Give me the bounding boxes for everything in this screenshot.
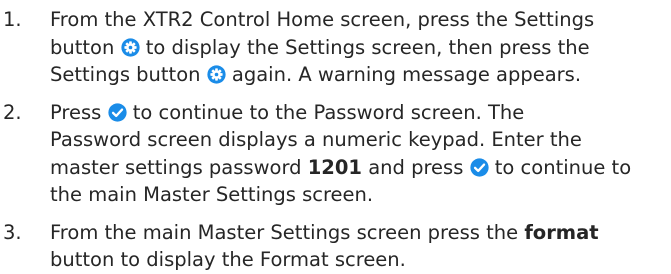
- step-line: Password screen displays a numeric keypa…: [50, 126, 671, 154]
- step-line: master settings password 1201 and press …: [50, 154, 671, 182]
- step-text: Password screen displays a numeric keypa…: [50, 128, 582, 151]
- step-line: From the XTR2 Control Home screen, press…: [50, 6, 671, 34]
- checkmark-icon: [107, 102, 127, 122]
- format-button-name: format: [524, 220, 599, 244]
- step-text: From the XTR2 Control Home screen, press…: [50, 8, 595, 31]
- gear-icon: [120, 37, 140, 57]
- step-line: the main Master Settings screen.: [50, 181, 671, 209]
- step-text: again. A warning message appears.: [231, 63, 582, 86]
- step-2: 2. Press to continue to the Password scr…: [0, 99, 671, 209]
- step-line: button to display the Settings screen, t…: [50, 34, 671, 62]
- step-text: to continue to: [494, 155, 632, 179]
- step-text: Settings button: [50, 63, 201, 86]
- step-number: 3.: [3, 220, 22, 244]
- password-value: 1201: [307, 155, 362, 179]
- step-3: 3. From the main Master Settings screen …: [0, 219, 671, 274]
- step-text: the main Master Settings screen.: [50, 183, 374, 206]
- step-1: 1. From the XTR2 Control Home screen, pr…: [0, 6, 671, 89]
- step-number: 1.: [3, 8, 22, 31]
- step-text: button to display the Format screen.: [50, 248, 406, 271]
- step-text: Press: [50, 100, 102, 124]
- step-text: master settings password: [50, 155, 302, 179]
- step-text: button: [50, 35, 115, 59]
- step-text: to display the Settings screen, then pre…: [145, 35, 590, 59]
- step-text: From the main Master Settings screen pre…: [50, 220, 519, 244]
- instruction-steps: 1. From the XTR2 Control Home screen, pr…: [0, 0, 671, 274]
- gear-icon: [207, 65, 226, 84]
- step-text: to continue to the Password screen. The: [132, 100, 525, 124]
- step-line: From the main Master Settings screen pre…: [50, 219, 671, 247]
- checkmark-icon: [469, 157, 489, 177]
- step-line: Settings button again. A warning message…: [50, 61, 671, 89]
- step-number: 2.: [3, 100, 22, 124]
- step-line: Press to continue to the Password screen…: [50, 99, 671, 127]
- step-text: and press: [368, 155, 464, 179]
- step-line: button to display the Format screen.: [50, 246, 671, 274]
